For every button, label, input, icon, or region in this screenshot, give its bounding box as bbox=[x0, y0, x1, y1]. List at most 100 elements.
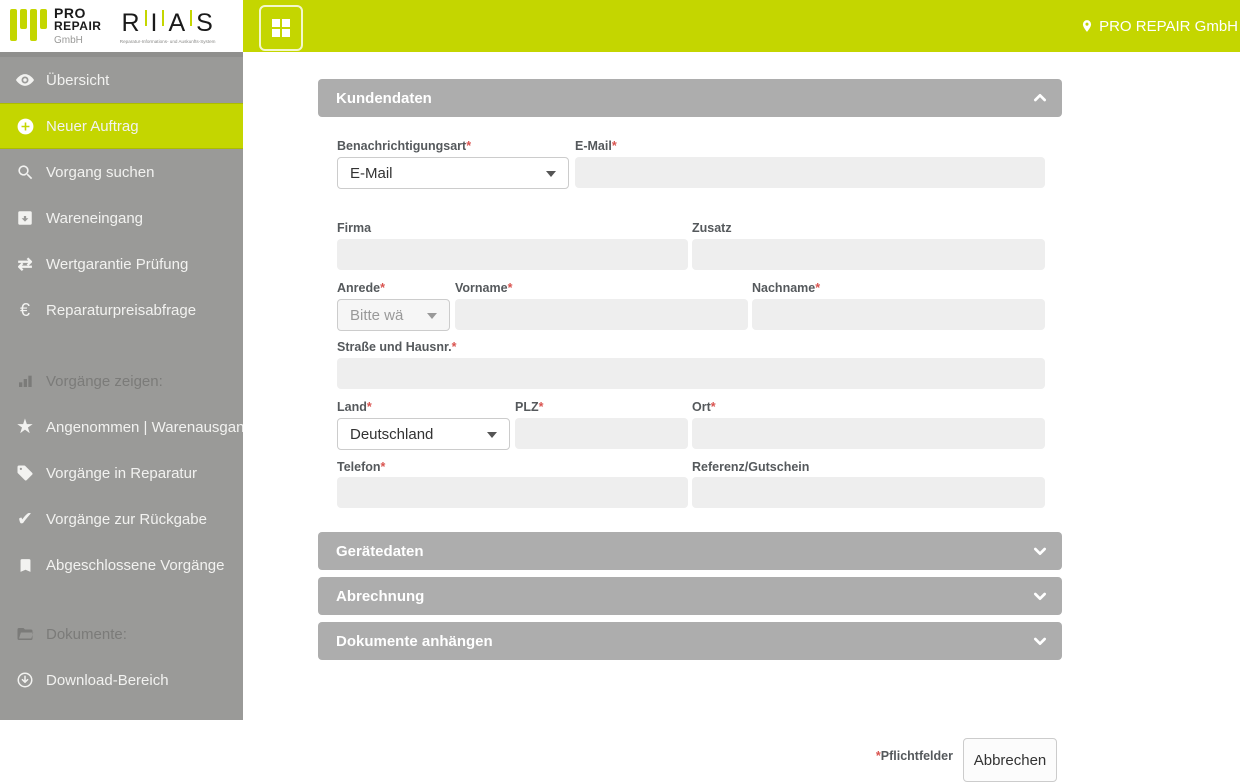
sidebar-item-reparaturpreisabfrage[interactable]: € Reparaturpreisabfrage bbox=[0, 287, 243, 333]
required-asterisk: * bbox=[366, 400, 372, 414]
field-label-zusatz: Zusatz bbox=[692, 221, 732, 235]
required-asterisk: * bbox=[380, 460, 386, 474]
strasse-field[interactable] bbox=[337, 358, 1045, 389]
sidebar-item-label: Vorgänge zur Rückgabe bbox=[46, 510, 207, 528]
sidebar-item-label: Übersicht bbox=[46, 71, 110, 89]
chevron-up-icon bbox=[1034, 94, 1046, 102]
grid-icon bbox=[272, 19, 290, 37]
sidebar-item-vorgang-suchen[interactable]: Vorgang suchen bbox=[0, 149, 243, 195]
sidebar-item-label: Wertgarantie Prüfung bbox=[46, 255, 189, 273]
chevron-down-icon bbox=[1034, 592, 1046, 600]
email-field[interactable] bbox=[575, 157, 1045, 188]
field-label-strasse: Straße und Hausnr.* bbox=[337, 340, 457, 354]
nachname-field[interactable] bbox=[752, 299, 1045, 330]
sidebar-item-download-bereich[interactable]: Download-Bereich bbox=[0, 657, 243, 703]
sidebar-item-neuer-auftrag[interactable]: Neuer Auftrag bbox=[0, 103, 243, 149]
field-label-vorname: Vorname* bbox=[455, 281, 513, 295]
logo-area: PRO REPAIR GmbH R I A S Reparatur-Inform… bbox=[0, 0, 243, 52]
zusatz-field[interactable] bbox=[692, 239, 1045, 270]
sidebar-item-label: Download-Bereich bbox=[46, 671, 169, 689]
euro-icon: € bbox=[19, 300, 30, 320]
field-label-nachname: Nachname* bbox=[752, 281, 821, 295]
field-label-plz: PLZ* bbox=[515, 400, 544, 414]
swap-arrows-icon: ⇄ bbox=[17, 254, 33, 274]
sidebar-item-label: Angenommen | Warenausgang bbox=[46, 418, 253, 436]
caret-down-icon bbox=[487, 432, 497, 438]
sidebar-item-label: Reparaturpreisabfrage bbox=[46, 301, 197, 319]
chevron-down-icon bbox=[1034, 547, 1046, 555]
section-header-geraetedaten[interactable]: Gerätedaten bbox=[318, 532, 1062, 570]
field-label-telefon: Telefon* bbox=[337, 460, 386, 474]
section-header-abrechnung[interactable]: Abrechnung bbox=[318, 577, 1062, 615]
required-asterisk: * bbox=[538, 400, 544, 414]
required-asterisk: * bbox=[710, 400, 716, 414]
ort-field[interactable] bbox=[692, 418, 1045, 449]
sidebar-item-vorgaenge-in-reparatur[interactable]: Vorgänge in Reparatur bbox=[0, 450, 243, 496]
required-asterisk: * bbox=[380, 281, 385, 295]
download-icon bbox=[12, 671, 38, 689]
section-header-kundendaten[interactable]: Kundendaten bbox=[318, 79, 1062, 117]
location-pin-icon bbox=[1082, 20, 1092, 32]
pro-repair-logo-icon bbox=[10, 9, 47, 43]
folder-icon bbox=[12, 625, 38, 643]
telefon-field[interactable] bbox=[337, 477, 688, 508]
field-label-email: E-Mail* bbox=[575, 139, 617, 153]
required-asterisk: * bbox=[611, 139, 617, 153]
sidebar-section-dokumente: Dokumente: bbox=[0, 611, 243, 657]
required-asterisk: * bbox=[507, 281, 513, 295]
sidebar-item-label: Neuer Auftrag bbox=[46, 117, 139, 135]
section-title: Abrechnung bbox=[336, 587, 425, 605]
rias-logo: R I A S Reparatur-Informations- und Ausk… bbox=[117, 9, 217, 44]
stats-icon bbox=[12, 373, 38, 389]
sidebar-nav: Übersicht Neuer Auftrag Vorgang suchen W… bbox=[0, 52, 253, 720]
sidebar-item-wareneingang[interactable]: Wareneingang bbox=[0, 195, 243, 241]
cancel-button[interactable]: Abbrechen bbox=[963, 738, 1057, 782]
sidebar-item-label: Abgeschlossene Vorgänge bbox=[46, 556, 225, 574]
field-label-benachrichtigungsart: Benachrichtigungsart* bbox=[337, 139, 472, 153]
sidebar-item-angenommen-warenausgang[interactable]: ★ Angenommen | Warenausgang bbox=[0, 404, 253, 450]
firma-field[interactable] bbox=[337, 239, 688, 270]
rias-subtitle: Reparatur-Informations- und Auskunfts-Sy… bbox=[119, 38, 216, 44]
field-label-referenz: Referenz/Gutschein bbox=[692, 460, 810, 474]
field-label-anrede: Anrede* bbox=[337, 281, 385, 295]
referenz-field[interactable] bbox=[692, 477, 1045, 508]
location-label: PRO REPAIR GmbH bbox=[1099, 17, 1238, 35]
section-header-dokumente-anhaengen[interactable]: Dokumente anhängen bbox=[318, 622, 1062, 660]
anrede-select[interactable]: Bitte wä bbox=[337, 299, 450, 331]
section-title: Dokumente anhängen bbox=[336, 632, 493, 650]
star-icon: ★ bbox=[16, 416, 34, 438]
sidebar-item-label: Vorgang suchen bbox=[46, 163, 155, 181]
caret-down-icon bbox=[546, 171, 556, 177]
benachrichtigungsart-select[interactable]: E-Mail bbox=[337, 157, 569, 189]
required-asterisk: * bbox=[466, 139, 472, 153]
caret-down-icon bbox=[427, 313, 437, 319]
section-title: Kundendaten bbox=[336, 89, 432, 107]
field-label-land: Land* bbox=[337, 400, 372, 414]
field-label-firma: Firma bbox=[337, 221, 372, 235]
field-label-ort: Ort* bbox=[692, 400, 716, 414]
sidebar-item-vorgaenge-zur-rueckgabe[interactable]: ✔ Vorgänge zur Rückgabe bbox=[0, 496, 243, 542]
sidebar-item-label: Vorgänge in Reparatur bbox=[46, 464, 197, 482]
sidebar-item-abgeschlossene-vorgaenge[interactable]: Abgeschlossene Vorgänge bbox=[0, 542, 243, 588]
required-asterisk: * bbox=[451, 340, 457, 354]
sidebar-section-label: Dokumente: bbox=[46, 625, 127, 643]
pro-repair-logo-text: PRO REPAIR GmbH bbox=[54, 5, 102, 46]
section-title: Gerätedaten bbox=[336, 542, 424, 560]
required-fields-note: *Pflichtfelder bbox=[875, 749, 953, 763]
bookmark-icon bbox=[12, 557, 38, 574]
plus-circle-icon bbox=[12, 117, 38, 136]
plz-field[interactable] bbox=[515, 418, 688, 449]
check-icon: ✔ bbox=[17, 508, 33, 530]
sidebar-item-uebersicht[interactable]: Übersicht bbox=[0, 57, 243, 103]
main-content: Kundendaten Benachrichtigungsart* E-Mail… bbox=[243, 52, 1240, 782]
current-location[interactable]: PRO REPAIR GmbH bbox=[1080, 0, 1240, 52]
apps-menu-button[interactable] bbox=[259, 5, 303, 51]
sidebar-section-vorgaenge-zeigen: Vorgänge zeigen: bbox=[0, 358, 243, 404]
land-select[interactable]: Deutschland bbox=[337, 418, 510, 450]
search-icon bbox=[12, 163, 38, 182]
tag-icon bbox=[12, 464, 38, 482]
required-asterisk: * bbox=[815, 281, 821, 295]
eye-icon bbox=[12, 70, 38, 90]
vorname-field[interactable] bbox=[455, 299, 748, 330]
sidebar-item-wertgarantie-pruefung[interactable]: ⇄ Wertgarantie Prüfung bbox=[0, 241, 243, 287]
